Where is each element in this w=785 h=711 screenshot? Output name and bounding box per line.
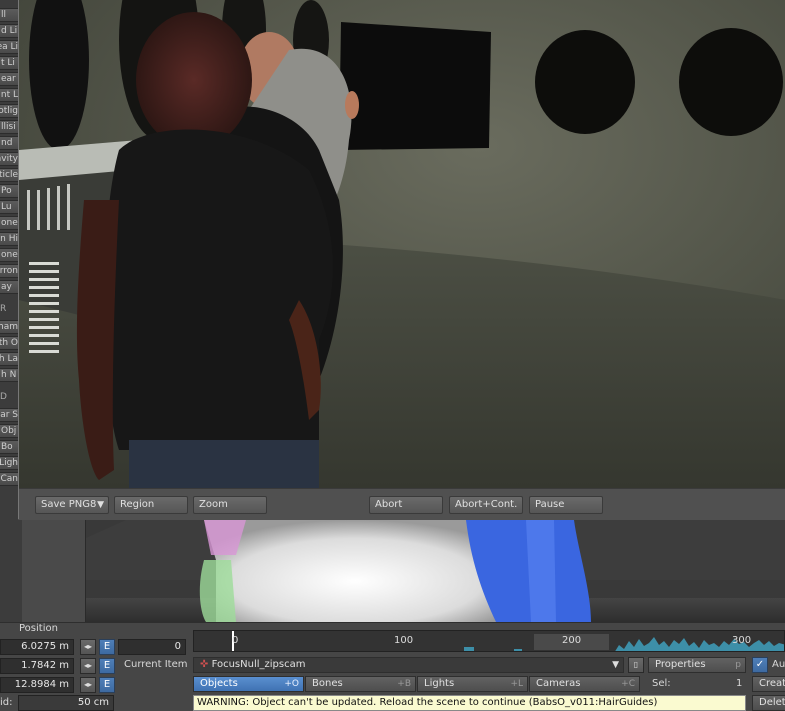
render-display-window: Save PNG8 ▼ Region Zoom Abort Abort+Cont… bbox=[18, 0, 785, 520]
abort-continue-button[interactable]: Abort+Cont. bbox=[449, 496, 523, 514]
left-tool-button[interactable]: nd bbox=[0, 136, 19, 150]
x-stepper-icon[interactable]: ◂▸ bbox=[80, 639, 96, 655]
left-tool-button[interactable]: one bbox=[0, 248, 19, 262]
left-tool-button[interactable]: Po bbox=[0, 184, 19, 198]
left-tool-button[interactable]: nt L bbox=[0, 88, 19, 102]
bottom-control-bar: Position 6.0275 m ◂▸ E 1.7842 m ◂▸ E 12.… bbox=[0, 622, 785, 711]
timeline-label: 100 bbox=[394, 635, 414, 646]
current-item-label: Current Item bbox=[124, 659, 188, 670]
position-z-field[interactable]: 12.8984 m bbox=[0, 677, 74, 693]
x-envelope-button[interactable]: E bbox=[99, 639, 115, 655]
timeline-label: 0 bbox=[232, 635, 239, 646]
left-tool-button[interactable]: h N bbox=[0, 368, 19, 382]
left-tool-button[interactable]: th O bbox=[0, 336, 19, 350]
grid-label: id: bbox=[0, 697, 13, 708]
left-tool-button[interactable]: ay bbox=[0, 280, 19, 294]
tab-bones-label: Bones bbox=[312, 678, 343, 689]
tab-lights-label: Lights bbox=[424, 678, 455, 689]
region-button[interactable]: Region bbox=[114, 496, 188, 514]
left-tool-button[interactable]: Lu bbox=[0, 200, 19, 214]
timeline-label: 300 bbox=[732, 635, 752, 646]
current-frame-field[interactable]: 0 bbox=[118, 639, 186, 655]
left-tool-button[interactable]: ticle bbox=[0, 168, 19, 182]
tab-lights-shortcut: +L bbox=[510, 679, 523, 689]
chevron-down-icon: ▼ bbox=[612, 660, 619, 670]
abort-button[interactable]: Abort bbox=[369, 496, 443, 514]
render-scene bbox=[19, 0, 785, 488]
left-tool-button[interactable]: avity bbox=[0, 152, 19, 166]
auto-key-checkbox[interactable]: ✓ bbox=[752, 657, 768, 673]
position-x-field[interactable]: 6.0275 m bbox=[0, 639, 74, 655]
z-envelope-button[interactable]: E bbox=[99, 677, 115, 693]
left-tool-button[interactable]: llisi bbox=[0, 120, 19, 134]
create-button[interactable]: Creat bbox=[752, 676, 785, 692]
properties-label: Properties bbox=[655, 659, 706, 670]
grid-size-field[interactable]: 50 cm bbox=[18, 695, 114, 711]
left-tool-button[interactable]: t Li bbox=[0, 56, 19, 70]
y-envelope-button[interactable]: E bbox=[99, 658, 115, 674]
left-section-label: D bbox=[0, 392, 7, 402]
null-object-icon: ✜ bbox=[200, 659, 209, 670]
left-tool-button[interactable]: Ligh bbox=[0, 456, 19, 470]
tab-objects-shortcut: +O bbox=[284, 679, 299, 689]
position-label: Position bbox=[19, 623, 58, 634]
tab-cameras-shortcut: +C bbox=[621, 679, 635, 689]
tab-objects-label: Objects bbox=[200, 678, 238, 689]
left-tool-button[interactable]: Can bbox=[0, 472, 19, 486]
properties-shortcut: p bbox=[735, 660, 741, 670]
left-section-label: R bbox=[0, 304, 7, 314]
current-item-value: FocusNull_zipscam bbox=[211, 659, 306, 670]
left-tool-button[interactable]: h La bbox=[0, 352, 19, 366]
left-tool-button[interactable]: ll bbox=[0, 8, 19, 22]
position-y-field[interactable]: 1.7842 m bbox=[0, 658, 74, 674]
delete-button[interactable]: Delet bbox=[752, 695, 785, 711]
left-tool-button[interactable]: ar S bbox=[0, 408, 19, 422]
left-tool-button[interactable]: one bbox=[0, 216, 19, 230]
timeline-slider[interactable]: 0 100 200 300 bbox=[193, 630, 785, 652]
3d-viewport[interactable] bbox=[85, 520, 785, 622]
timeline-label: 200 bbox=[562, 635, 582, 646]
left-tool-button[interactable]: otlig bbox=[0, 104, 19, 118]
tab-lights[interactable]: Lights +L bbox=[417, 676, 528, 692]
save-format-dropdown[interactable]: Save PNG8 ▼ bbox=[35, 496, 109, 514]
tab-cameras[interactable]: Cameras +C bbox=[529, 676, 640, 692]
z-stepper-icon[interactable]: ◂▸ bbox=[80, 677, 96, 693]
left-tool-button[interactable]: n Hi bbox=[0, 232, 19, 246]
chevron-down-icon: ▼ bbox=[97, 500, 104, 510]
tab-cameras-label: Cameras bbox=[536, 678, 581, 689]
left-tool-button[interactable]: Bo bbox=[0, 440, 19, 454]
tab-objects[interactable]: Objects +O bbox=[193, 676, 304, 692]
left-tool-button[interactable]: ham bbox=[0, 320, 19, 334]
left-tool-button[interactable]: d Li bbox=[0, 24, 19, 38]
warning-message: WARNING: Object can't be updated. Reload… bbox=[193, 695, 746, 711]
zoom-button[interactable]: Zoom bbox=[193, 496, 267, 514]
left-tool-button[interactable]: rron bbox=[0, 264, 19, 278]
current-item-dropdown[interactable]: ✜ FocusNull_zipscam ▼ bbox=[193, 657, 624, 673]
tab-bones-shortcut: +B bbox=[397, 679, 411, 689]
viewport-scene bbox=[86, 520, 785, 622]
tab-bones[interactable]: Bones +B bbox=[305, 676, 416, 692]
item-panel-icon[interactable]: ▯ bbox=[628, 657, 644, 673]
render-toolbar: Save PNG8 ▼ Region Zoom Abort Abort+Cont… bbox=[19, 488, 785, 520]
selection-count: 1 bbox=[736, 678, 743, 689]
left-tool-button[interactable]: ear bbox=[0, 72, 19, 86]
pause-button[interactable]: Pause bbox=[529, 496, 603, 514]
timeline-graph bbox=[194, 631, 784, 651]
left-tool-button[interactable]: Obj bbox=[0, 424, 19, 438]
auto-key-label: Au bbox=[772, 659, 785, 670]
rendered-image bbox=[19, 0, 785, 488]
properties-button[interactable]: Properties p bbox=[648, 657, 746, 673]
selection-label: Sel: bbox=[652, 678, 671, 689]
left-tool-button[interactable]: ea Li bbox=[0, 40, 19, 54]
y-stepper-icon[interactable]: ◂▸ bbox=[80, 658, 96, 674]
save-format-label: Save PNG8 bbox=[41, 499, 97, 510]
